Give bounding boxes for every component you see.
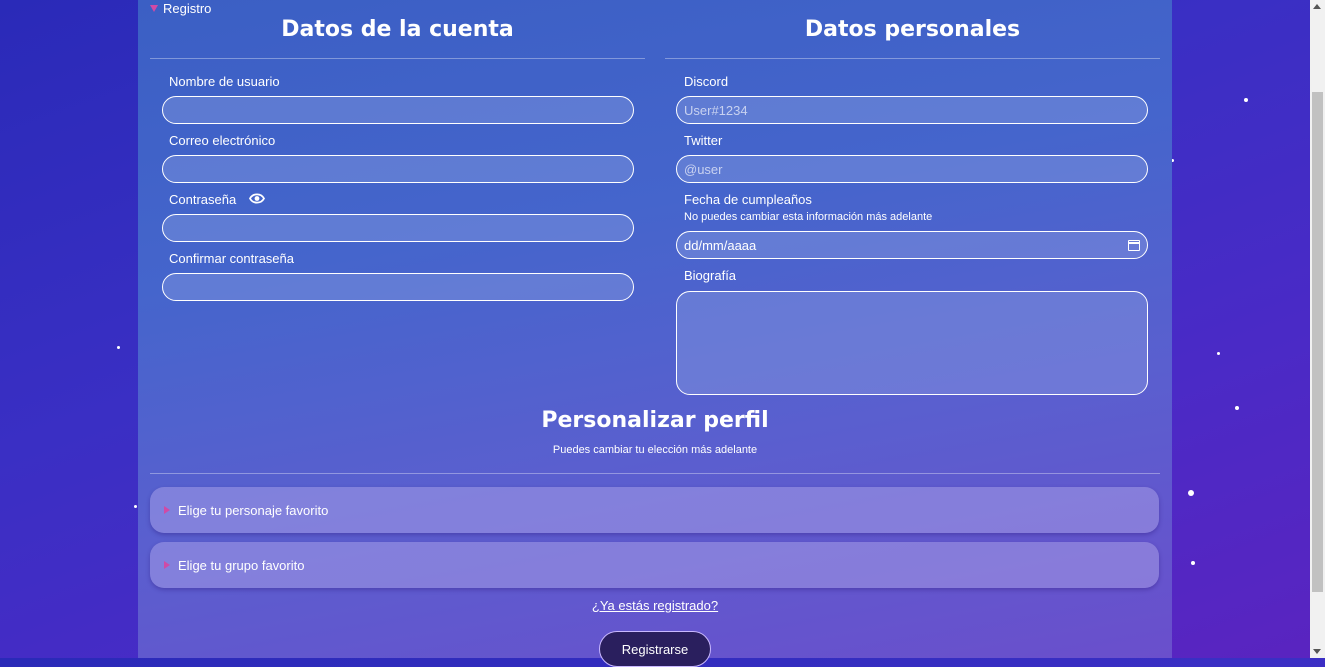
scroll-down-icon[interactable] bbox=[1313, 649, 1321, 654]
background-star bbox=[134, 505, 137, 508]
birthday-placeholder: dd/mm/aaaa bbox=[684, 237, 757, 253]
scrollbar-thumb[interactable] bbox=[1312, 92, 1323, 592]
favorite-group-label: Elige tu grupo favorito bbox=[178, 557, 305, 573]
registro-summary[interactable]: Registro bbox=[150, 1, 211, 16]
favorite-character-accordion[interactable]: Elige tu personaje favorito bbox=[150, 487, 1159, 533]
discord-field[interactable] bbox=[676, 96, 1148, 124]
profile-section-subtitle: Puedes cambiar tu elección más adelante bbox=[552, 444, 758, 456]
confirm-password-label: Confirmar contraseña bbox=[169, 251, 294, 266]
email-field[interactable] bbox=[162, 155, 634, 183]
caret-down-icon bbox=[150, 5, 158, 12]
caret-right-icon bbox=[164, 506, 170, 514]
twitter-label: Twitter bbox=[684, 133, 723, 148]
password-field[interactable] bbox=[162, 214, 634, 242]
favorite-character-label: Elige tu personaje favorito bbox=[178, 502, 329, 518]
twitter-field[interactable] bbox=[676, 155, 1148, 183]
background-star bbox=[1244, 98, 1248, 102]
birthday-hint: No puedes cambiar esta información más a… bbox=[684, 211, 933, 223]
account-section-title: Datos de la cuenta bbox=[281, 17, 514, 42]
username-label: Nombre de usuario bbox=[169, 74, 280, 89]
register-button[interactable]: Registrarse bbox=[599, 631, 711, 667]
favorite-group-accordion[interactable]: Elige tu grupo favorito bbox=[150, 542, 1159, 588]
already-registered-link[interactable]: ¿Ya estás registrado? bbox=[0, 598, 1310, 613]
password-label: Contraseña bbox=[169, 192, 237, 207]
registro-summary-label: Registro bbox=[163, 1, 212, 16]
birthday-label: Fecha de cumpleaños bbox=[684, 192, 812, 207]
scroll-up-icon[interactable] bbox=[1313, 4, 1321, 9]
profile-section-title: Personalizar perfil bbox=[541, 408, 769, 433]
background-star bbox=[117, 346, 120, 349]
discord-label: Discord bbox=[684, 74, 729, 89]
birthday-date-field[interactable]: dd/mm/aaaa bbox=[676, 231, 1148, 259]
caret-right-icon bbox=[164, 561, 170, 569]
divider bbox=[665, 58, 1160, 59]
email-label: Correo electrónico bbox=[169, 133, 276, 148]
confirm-password-field[interactable] bbox=[162, 273, 634, 301]
background-star bbox=[1217, 352, 1220, 355]
bio-textarea[interactable] bbox=[676, 291, 1148, 395]
divider bbox=[150, 473, 1160, 474]
background-star bbox=[1191, 561, 1195, 565]
calendar-icon[interactable] bbox=[1128, 239, 1140, 251]
personal-section-title: Datos personales bbox=[804, 17, 1021, 42]
divider bbox=[150, 58, 645, 59]
username-field[interactable] bbox=[162, 96, 634, 124]
background-star bbox=[1188, 490, 1194, 496]
page-scrollbar[interactable] bbox=[1310, 0, 1325, 658]
eye-icon[interactable] bbox=[249, 192, 265, 205]
bio-label: Biografía bbox=[684, 268, 737, 283]
